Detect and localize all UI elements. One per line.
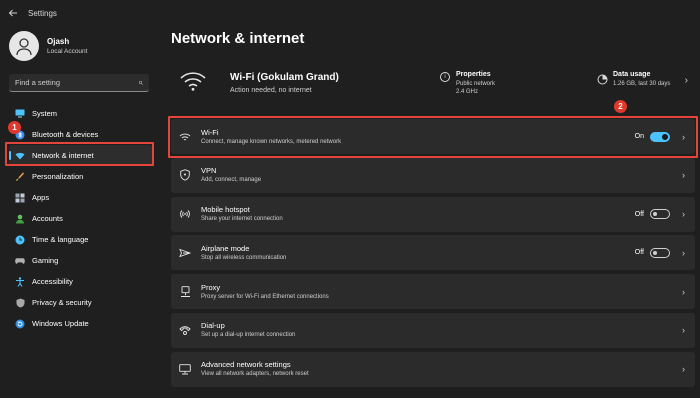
profile-name: Ojash (47, 36, 70, 46)
sidebar-item-accounts[interactable]: Accounts (9, 208, 152, 229)
sidebar-item-label: Privacy & security (32, 298, 92, 307)
row-subtitle: Set up a dial-up internet connection (201, 332, 296, 339)
sidebar-item-label: Windows Update (32, 319, 89, 328)
sidebar-item-time-language[interactable]: Time & language (9, 229, 152, 250)
sidebar-item-label: Accounts (32, 214, 63, 223)
annotation-badge-2: 2 (614, 100, 627, 113)
mobile-hotspot-toggle[interactable] (650, 209, 670, 220)
row-title: Airplane mode (201, 243, 250, 253)
row-advanced-network-settings[interactable]: Advanced network settings View all netwo… (171, 351, 695, 387)
chevron-right-icon: › (682, 170, 685, 181)
avatar (9, 31, 39, 61)
shield-icon (15, 298, 25, 308)
chevron-right-icon: › (682, 364, 685, 375)
row-title: Advanced network settings (201, 360, 291, 370)
row-airplane-mode[interactable]: Airplane mode Stop all wireless communic… (171, 235, 695, 271)
brush-icon (15, 171, 25, 182)
sidebar-item-system[interactable]: System (9, 103, 152, 124)
title-bar: Settings (0, 0, 700, 26)
data-usage-title: Data usage (613, 71, 651, 78)
toggle-state-label: Off (634, 210, 644, 218)
hotspot-icon (178, 207, 192, 221)
settings-list: Wi-Fi Connect, manage known networks, me… (171, 119, 695, 391)
properties-network-type: Public network (456, 81, 496, 87)
chevron-right-icon: › (682, 325, 685, 336)
person-icon (16, 38, 32, 56)
chevron-right-icon: › (682, 247, 685, 258)
row-title: VPN (201, 166, 217, 176)
sidebar-item-personalization[interactable]: Personalization (9, 166, 152, 187)
profile-account-type: Local Account (47, 47, 88, 55)
info-icon: i (440, 72, 450, 82)
row-title: Dial-up (201, 321, 225, 331)
sidebar-item-label: Apps (32, 193, 50, 202)
properties-link[interactable]: i Properties Public network 2.4 GHz (440, 70, 495, 96)
vpn-shield-icon (178, 168, 192, 182)
apps-icon (15, 193, 25, 203)
gamepad-icon (15, 256, 25, 266)
network-name: Wi-Fi (Gokulam Grand) (230, 71, 339, 83)
toggle-state-label: Off (634, 249, 644, 257)
row-subtitle: Share your internet connection (201, 216, 283, 223)
row-mobile-hotspot[interactable]: Mobile hotspot Share your internet conne… (171, 196, 695, 232)
chevron-right-icon: › (682, 209, 685, 220)
search-placeholder: Find a setting (15, 78, 61, 87)
sidebar-nav: System Bluetooth & devices Network & int… (9, 103, 152, 334)
person-icon (15, 214, 25, 224)
sidebar-item-windows-update[interactable]: Windows Update (9, 313, 152, 334)
search-icon: ⌕ (137, 77, 143, 87)
proxy-icon (178, 285, 192, 299)
data-usage-icon (597, 72, 608, 85)
globe-clock-icon (15, 235, 25, 245)
row-title: Proxy (201, 282, 221, 292)
annotation-highlight-wifi (168, 116, 698, 158)
settings-window: Settings Ojash Local Account Find a sett… (0, 0, 700, 398)
app-title: Settings (28, 8, 57, 18)
properties-title: Properties (456, 71, 491, 78)
chevron-right-icon: › (682, 286, 685, 297)
data-usage-link[interactable]: Data usage 1.26 GB, last 30 days (597, 70, 670, 88)
sidebar-item-label: Personalization (32, 172, 84, 181)
user-profile[interactable]: Ojash Local Account (9, 31, 87, 61)
sidebar-item-label: Time & language (32, 235, 89, 244)
row-subtitle: Proxy server for Wi-Fi and Ethernet conn… (201, 293, 329, 300)
row-subtitle: Add, connect, manage (201, 177, 262, 184)
page-title: Network & internet (171, 30, 305, 47)
row-subtitle: Stop all wireless communication (201, 254, 287, 261)
wifi-signal-icon (180, 71, 208, 96)
update-icon (15, 319, 25, 329)
monitor-network-icon (178, 362, 192, 376)
row-vpn[interactable]: VPN Add, connect, manage › (171, 157, 695, 193)
row-proxy[interactable]: Proxy Proxy server for Wi-Fi and Etherne… (171, 274, 695, 310)
network-status-header: Wi-Fi (Gokulam Grand) Action needed, no … (171, 62, 696, 104)
row-subtitle: View all network adapters, network reset (201, 371, 309, 378)
sidebar-item-label: System (32, 109, 58, 118)
chevron-right-icon[interactable]: › (685, 75, 688, 86)
dialup-icon (178, 323, 192, 337)
monitor-icon (15, 109, 25, 119)
search-input[interactable]: Find a setting ⌕ (9, 74, 149, 92)
data-usage-detail: 1.26 GB, last 30 days (613, 81, 671, 87)
sidebar-item-apps[interactable]: Apps (9, 187, 152, 208)
annotation-highlight-network (5, 142, 154, 166)
annotation-badge-1: 1 (8, 121, 21, 134)
sidebar-item-label: Accessibility (32, 277, 73, 286)
accessibility-icon (15, 276, 25, 287)
airplane-icon (178, 246, 192, 260)
back-arrow-icon[interactable] (0, 0, 26, 26)
row-title: Mobile hotspot (201, 205, 250, 215)
sidebar-item-privacy[interactable]: Privacy & security (9, 292, 152, 313)
row-dial-up[interactable]: Dial-up Set up a dial-up internet connec… (171, 312, 695, 348)
sidebar-item-label: Bluetooth & devices (32, 130, 99, 139)
airplane-mode-toggle[interactable] (650, 247, 670, 258)
sidebar-item-label: Gaming (32, 256, 59, 265)
properties-band: 2.4 GHz (456, 89, 479, 95)
sidebar-item-accessibility[interactable]: Accessibility (9, 271, 152, 292)
network-status: Action needed, no internet (230, 86, 312, 94)
sidebar-item-gaming[interactable]: Gaming (9, 250, 152, 271)
